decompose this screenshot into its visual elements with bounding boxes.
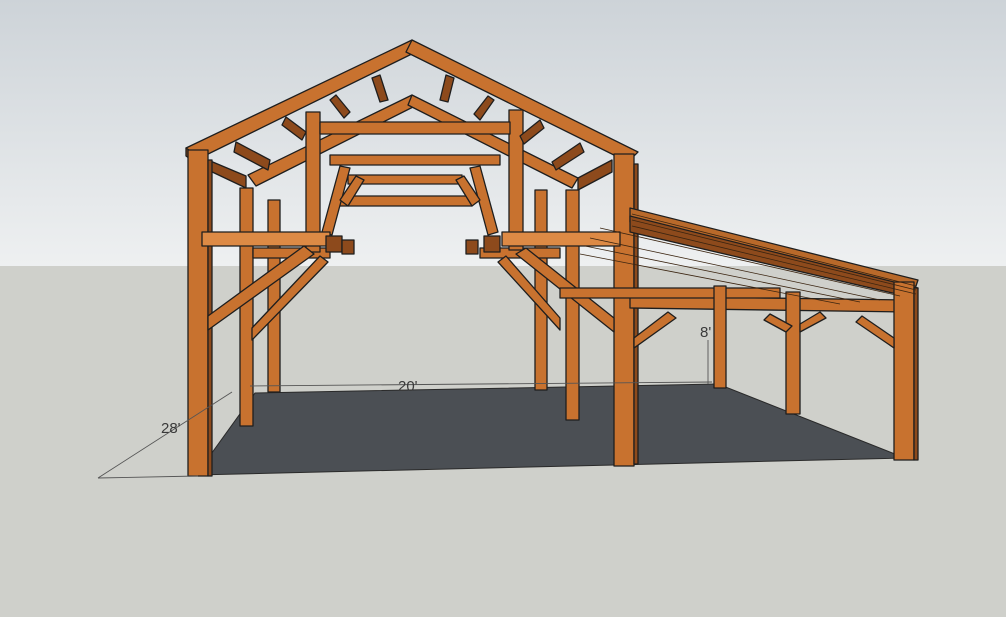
timber-frame-model: 20' 28' 8' (0, 0, 1006, 617)
depth-dimension-label: 28' (161, 420, 181, 437)
width-dimension-label: 20' (398, 378, 418, 395)
3d-model-viewport[interactable]: 20' 28' 8' (0, 0, 1006, 617)
lean-to-height-label: 8' (700, 324, 711, 341)
